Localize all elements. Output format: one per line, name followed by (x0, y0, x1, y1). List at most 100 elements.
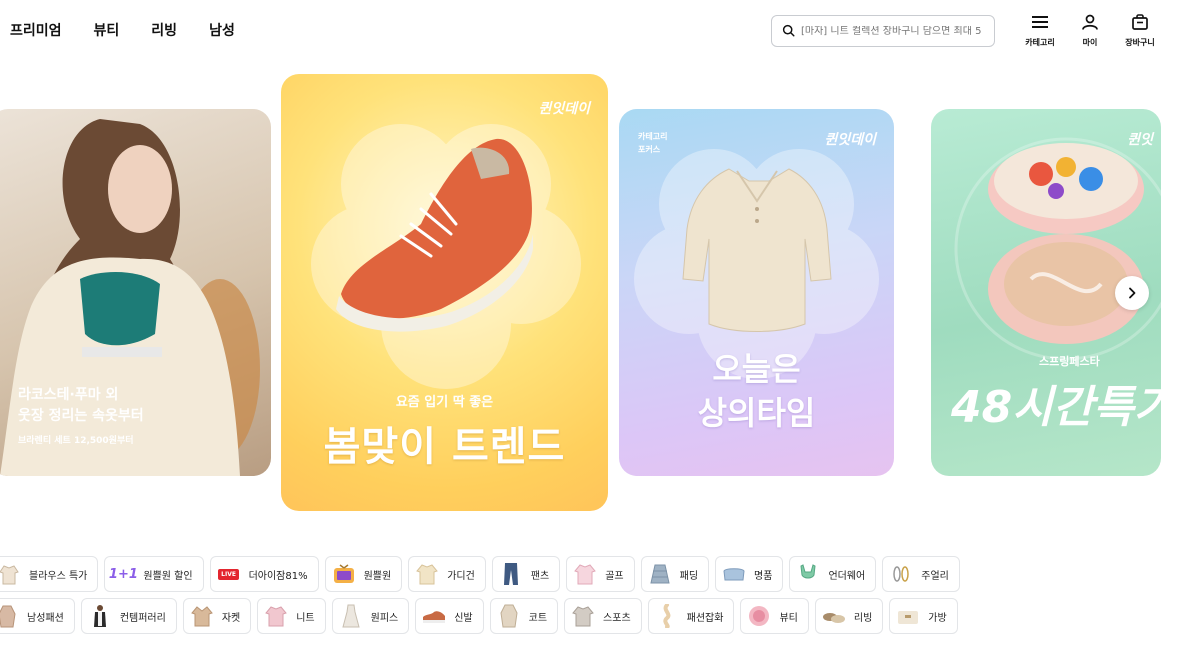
category-label: 가방 (928, 612, 947, 624)
accessories-icon (655, 604, 679, 628)
category-chip-live[interactable]: LIVE 더아이잠81% (209, 556, 319, 592)
category-chip-shoes[interactable]: 신발 (415, 598, 484, 634)
category-button[interactable]: 카테고리 (1015, 14, 1065, 48)
category-chip-dress[interactable]: 원피스 (331, 598, 410, 634)
sports-icon (571, 604, 595, 628)
category-row-2: 남성패션 컨템퍼러리 자켓 니트 원피스 신발 코트 스포츠 패션잡화 뷰티 리… (0, 598, 1187, 634)
jewelry-icon (889, 562, 913, 586)
category-label: 골프 (605, 570, 624, 582)
blouse-icon (0, 562, 21, 586)
category-chip-cardigan[interactable]: 가디건 (408, 556, 486, 592)
category-label: 스포츠 (603, 612, 631, 624)
category-label: 뷰티 (779, 612, 798, 624)
header-actions: 카테고리 마이 장바구니 (1015, 14, 1165, 48)
category-label: 명품 (754, 570, 773, 582)
category-label: 원쁠원 할인 (143, 570, 193, 582)
category-row-1: 블라우스 특가 1+1 원쁠원 할인 LIVE 더아이잠81% 원쁠원 가디건 … (0, 556, 1189, 592)
nav-beauty[interactable]: 뷰티 (94, 20, 120, 40)
cart-button[interactable]: 장바구니 (1115, 14, 1165, 48)
menu-icon (1031, 14, 1049, 34)
banner-spring-title: 봄맞이 트렌드 (323, 424, 566, 470)
banner-tops-brand: 퀸잇데이 (824, 132, 876, 148)
category-chip-jacket[interactable]: 자켓 (182, 598, 252, 634)
category-label: 언더웨어 (828, 570, 866, 582)
top-header: 프리미엄 뷰티 리빙 남성 카테고리 마이 장바구니 (0, 0, 1199, 62)
category-label: 니트 (296, 612, 315, 624)
shoes-icon (422, 604, 446, 628)
category-chip-living[interactable]: 리빙 (814, 598, 884, 634)
search-icon (782, 22, 795, 41)
golf-icon (573, 562, 597, 586)
category-chip-one-plus-one[interactable]: 1+1 원쁠원 할인 (104, 556, 204, 592)
coat-icon (497, 604, 521, 628)
banner-underwear-subtitle: 브라렌티 세트 12,500원부터 (18, 436, 134, 446)
banner-festa-title: 48시간특가 (951, 382, 1161, 433)
jacket-icon (190, 604, 214, 628)
tv-icon (332, 562, 356, 586)
category-chip-padding[interactable]: 패딩 (640, 556, 710, 592)
category-label: 더아이잠81% (248, 570, 308, 582)
category-label: 원피스 (370, 612, 399, 624)
beauty-icon (747, 604, 771, 628)
my-button[interactable]: 마이 (1065, 14, 1115, 48)
search-input[interactable] (801, 25, 981, 37)
banner-tops-title: 오늘은 상의타임 (697, 350, 816, 432)
category-chip-bag[interactable]: 가방 (889, 598, 958, 634)
user-icon (1081, 14, 1099, 34)
banner-festa-subtitle: 스프링페스타 (1039, 355, 1100, 368)
dress-icon (339, 604, 363, 628)
pants-icon (499, 562, 523, 586)
category-label: 자켓 (221, 612, 241, 624)
banner-underwear[interactable]: 라코스테·푸마 외 웃장 정리는 속옷부터 브라렌티 세트 12,500원부터 (0, 109, 271, 476)
banner-festa-brand: 퀸잇 (1127, 132, 1153, 148)
banner-tops[interactable]: 카테고리 포커스 퀸잇데이 오늘은 상의타임 (619, 109, 894, 476)
bag-category-icon (896, 604, 920, 628)
category-chip-pants[interactable]: 팬츠 (491, 556, 561, 592)
category-chip-underwear[interactable]: 언더웨어 (789, 556, 877, 592)
banner-spring-brand: 퀸잇데이 (538, 101, 590, 117)
search-box[interactable] (771, 15, 995, 47)
nav-men[interactable]: 남성 (209, 20, 235, 40)
banner-underwear-title: 라코스테·푸마 외 웃장 정리는 속옷부터 (18, 387, 144, 424)
banner-spring-trend[interactable]: 퀸잇데이 요즘 입기 딱 좋은 봄맞이 트렌드 (281, 74, 608, 511)
category-chip-beauty[interactable]: 뷰티 (740, 598, 809, 634)
chevron-right-icon (1127, 284, 1137, 303)
category-chip-sports[interactable]: 스포츠 (564, 598, 642, 634)
my-label: 마이 (1082, 38, 1098, 47)
category-chip-wonpeulwon[interactable]: 원쁠원 (324, 556, 403, 592)
category-label: 주얼리 (921, 570, 949, 582)
category-chip-knit[interactable]: 니트 (257, 598, 326, 634)
category-label: 원쁠원 (363, 570, 392, 582)
category-chip-golf[interactable]: 골프 (566, 556, 635, 592)
cart-label: 장바구니 (1125, 38, 1155, 47)
nav-living[interactable]: 리빙 (151, 20, 177, 40)
category-label: 카테고리 (1025, 38, 1055, 47)
bag-icon (1131, 14, 1149, 34)
padding-icon (648, 562, 672, 586)
category-chip-contemporary[interactable]: 컨템퍼러리 (80, 598, 177, 634)
banner-spring-subtitle: 요즘 입기 딱 좋은 (395, 395, 494, 410)
one-plus-one-icon: 1+1 (108, 566, 138, 582)
category-chip-mens[interactable]: 남성패션 (0, 598, 75, 634)
category-label: 팬츠 (530, 570, 550, 582)
living-icon (822, 604, 846, 628)
live-icon: LIVE (217, 562, 241, 586)
category-chip-blouse[interactable]: 블라우스 특가 (0, 556, 99, 592)
carousel-next-button[interactable] (1115, 276, 1149, 310)
category-label: 패딩 (679, 570, 699, 582)
nav-premium[interactable]: 프리미엄 (10, 20, 62, 40)
banner-underwear-text: 라코스테·푸마 외 웃장 정리는 속옷부터 브라렌티 세트 12,500원부터 (18, 385, 144, 446)
category-label: 코트 (528, 612, 548, 624)
underwear-icon (796, 562, 820, 586)
category-label: 신발 (454, 612, 473, 624)
contemporary-icon (88, 604, 112, 628)
knit-icon (264, 604, 288, 628)
category-chip-luxury[interactable]: 명품 (715, 556, 784, 592)
category-label: 가디건 (447, 570, 475, 582)
category-chip-accessories[interactable]: 패션잡화 (647, 598, 735, 634)
cardigan-icon (415, 562, 439, 586)
category-chip-coat[interactable]: 코트 (489, 598, 559, 634)
category-label: 블라우스 특가 (29, 570, 88, 582)
category-chip-jewelry[interactable]: 주얼리 (882, 556, 960, 592)
category-label: 컨템퍼러리 (119, 612, 166, 624)
